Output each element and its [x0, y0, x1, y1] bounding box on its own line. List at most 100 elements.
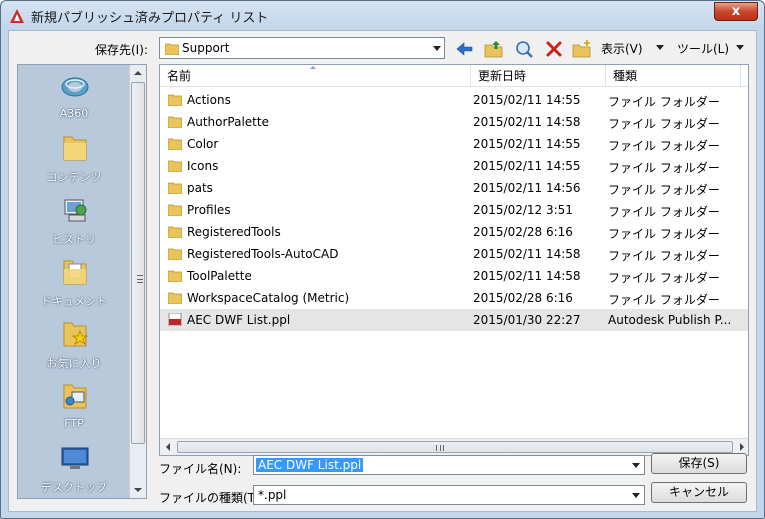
ftp-icon	[63, 384, 87, 409]
column-header: 名前 更新日時 種類 サ	[160, 65, 748, 87]
table-row[interactable]: WorkspaceCatalog (Metric) 2015/02/28 6:16…	[160, 287, 748, 309]
folder-icon	[168, 116, 182, 128]
cell-name: pats	[187, 181, 213, 195]
folder-icon	[168, 204, 182, 216]
table-row[interactable]: AEC DWF List.ppl 2015/01/30 22:27 Autodesk…	[160, 309, 748, 331]
scroll-up-icon[interactable]	[134, 71, 142, 75]
new-folder-icon[interactable]	[572, 39, 592, 59]
back-arrow-icon[interactable]	[455, 39, 475, 59]
table-row[interactable]: Profiles 2015/02/12 3:51 ファイル フォルダー	[160, 199, 748, 221]
cell-date: 2015/02/11 14:55	[473, 137, 581, 151]
cell-type: Autodesk Publish P...	[608, 313, 732, 327]
folder-icon	[168, 160, 182, 172]
scroll-right-icon[interactable]	[740, 443, 744, 451]
table-row[interactable]: AuthorPalette 2015/02/11 14:58 ファイル フォルダー	[160, 111, 748, 133]
scroll-down-icon[interactable]	[134, 488, 142, 492]
cell-name: WorkspaceCatalog (Metric)	[187, 291, 350, 305]
cell-date: 2015/02/12 3:51	[473, 203, 573, 217]
cell-type: ファイル フォルダー	[608, 117, 720, 131]
folder-icon	[168, 138, 182, 150]
filename-value: AEC DWF List.ppl	[256, 458, 364, 472]
cell-date: 2015/02/11 14:58	[473, 247, 581, 261]
scroll-left-icon[interactable]	[166, 443, 170, 451]
autocad-logo-icon	[10, 9, 24, 23]
grip-icon	[137, 275, 143, 283]
table-row[interactable]: RegisteredTools 2015/02/28 6:16 ファイル フォルダー	[160, 221, 748, 243]
chevron-down-icon[interactable]	[632, 463, 640, 468]
place-desktop[interactable]: デスクトップ	[18, 441, 130, 503]
title-bar[interactable]: 新規パブリッシュ済みプロパティ リスト x	[1, 1, 764, 30]
up-folder-icon[interactable]	[484, 39, 504, 59]
tools-menu[interactable]: ツール(L)	[677, 40, 729, 57]
place-ftp[interactable]: FTP	[18, 379, 130, 441]
table-row[interactable]: pats 2015/02/11 14:56 ファイル フォルダー	[160, 177, 748, 199]
table-row[interactable]: Color 2015/02/11 14:55 ファイル フォルダー	[160, 133, 748, 155]
cell-type: ファイル フォルダー	[608, 271, 720, 285]
table-row[interactable]: ToolPalette 2015/02/11 14:58 ファイル フォルダー	[160, 265, 748, 287]
filename-input[interactable]: AEC DWF List.ppl	[253, 455, 645, 475]
column-name[interactable]: 名前	[160, 65, 471, 87]
place-a360[interactable]: A360	[18, 69, 130, 131]
cell-type: ファイル フォルダー	[608, 95, 720, 109]
cell-type: ファイル フォルダー	[608, 161, 720, 175]
places-scrollbar[interactable]	[129, 65, 146, 498]
dialog-client-area: 保存先(I): Support 表示(V) ツール(L) A360 コンテンツ …	[8, 30, 757, 512]
hscroll-thumb[interactable]	[177, 441, 733, 453]
tools-chevron-icon[interactable]	[736, 45, 744, 50]
cell-name: RegisteredTools-AutoCAD	[187, 247, 339, 261]
documents-icon	[63, 260, 87, 285]
place-label: ドキュメント	[41, 295, 107, 308]
chevron-down-icon[interactable]	[632, 493, 640, 498]
save-in-label: 保存先(I):	[95, 43, 148, 57]
cell-type: ファイル フォルダー	[608, 293, 720, 307]
cell-date: 2015/02/11 14:56	[473, 181, 581, 195]
search-web-icon[interactable]	[514, 39, 534, 59]
filetype-label: ファイルの種類(T):	[159, 491, 264, 505]
folder-icon	[63, 136, 87, 161]
delete-icon[interactable]	[544, 39, 564, 59]
place-contents[interactable]: コンテンツ	[18, 131, 130, 193]
favorites-icon	[63, 322, 89, 347]
folder-icon	[168, 270, 182, 282]
folder-icon	[168, 248, 182, 260]
place-favorites[interactable]: お気に入り	[18, 317, 130, 379]
place-history[interactable]: ヒストリ	[18, 193, 130, 255]
cell-name: Actions	[187, 93, 231, 107]
table-row[interactable]: RegisteredTools-AutoCAD 2015/02/11 14:58 フ…	[160, 243, 748, 265]
save-button[interactable]: 保存(S)	[651, 453, 747, 474]
place-label: お気に入り	[46, 357, 102, 370]
cell-date: 2015/02/11 14:55	[473, 159, 581, 173]
window-title: 新規パブリッシュ済みプロパティ リスト	[31, 11, 269, 26]
folder-icon	[168, 226, 182, 238]
places-bar: A360 コンテンツ ヒストリ ドキュメント お気に入り FTP デスクトップ	[17, 64, 147, 499]
filetype-select[interactable]: *.ppl	[253, 485, 645, 505]
cell-name: AuthorPalette	[187, 115, 269, 129]
close-button[interactable]: x	[714, 2, 758, 21]
save-in-combo[interactable]: Support	[159, 37, 445, 59]
desktop-icon	[61, 447, 89, 469]
cell-date: 2015/02/11 14:58	[473, 269, 581, 283]
views-chevron-icon[interactable]	[656, 45, 664, 50]
save-in-value: Support	[182, 41, 230, 55]
cell-name: Color	[187, 137, 219, 151]
a360-icon	[61, 77, 89, 97]
table-row[interactable]: Icons 2015/02/11 14:55 ファイル フォルダー	[160, 155, 748, 177]
cell-name: RegisteredTools	[187, 225, 281, 239]
folder-icon	[168, 182, 182, 194]
column-extra[interactable]: サ	[741, 65, 748, 87]
place-label: FTP	[64, 417, 84, 430]
cell-name: ToolPalette	[187, 269, 252, 283]
views-menu[interactable]: 表示(V)	[601, 40, 643, 57]
filename-label: ファイル名(N):	[159, 462, 242, 476]
cancel-button[interactable]: キャンセル	[651, 482, 747, 503]
cell-date: 2015/01/30 22:27	[473, 313, 581, 327]
folder-icon	[168, 292, 182, 304]
column-date[interactable]: 更新日時	[471, 65, 606, 87]
place-label: コンテンツ	[46, 171, 102, 184]
place-documents[interactable]: ドキュメント	[18, 255, 130, 317]
place-label: ヒストリ	[52, 233, 96, 246]
column-type[interactable]: 種類	[606, 65, 741, 87]
cell-name: AEC DWF List.ppl	[187, 313, 291, 327]
table-row[interactable]: Actions 2015/02/11 14:55 ファイル フォルダー	[160, 89, 748, 111]
scroll-thumb[interactable]	[131, 82, 145, 444]
